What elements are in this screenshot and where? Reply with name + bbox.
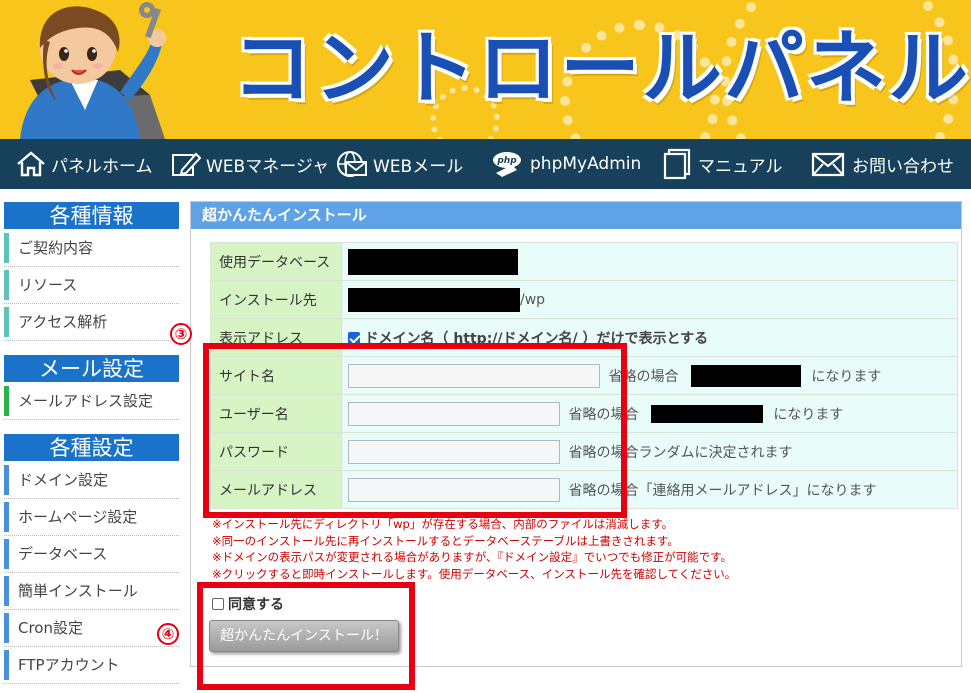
sidebar-item-access-analysis[interactable]: アクセス解析: [4, 304, 179, 341]
home-icon: [17, 151, 45, 177]
annotation-marker-3: ③: [170, 323, 192, 345]
brand-title: コントロールパネル: [232, 22, 970, 115]
nav-label: パネルホーム: [51, 156, 153, 177]
nav-panel-home[interactable]: パネルホーム: [15, 139, 153, 189]
nav-label: WEBマネージャ: [206, 156, 330, 177]
pen-edit-icon: [172, 152, 202, 176]
install-dir-suffix: /wp: [520, 291, 546, 308]
nav-web-manager[interactable]: WEBマネージャ: [170, 139, 329, 189]
sidebar-item-resources[interactable]: リソース: [4, 267, 179, 304]
sidebar: 各種情報 ご契約内容 リソース アクセス解析 メール設定 メールアドレス設定 各…: [4, 202, 179, 684]
annotation-box-form-fields: [203, 343, 627, 518]
panel-title: 超かんたんインストール: [191, 202, 961, 229]
note-line: ※クリックすると即時インストールします。使用データベース、インストール先を確認し…: [212, 566, 737, 581]
form-row-install-dir: インストール先 /wp: [210, 280, 958, 319]
header-banner: コントロールパネル: [0, 0, 971, 139]
sidebar-item-mail-address[interactable]: メールアドレス設定: [4, 383, 179, 420]
username-hint-post: になります: [773, 406, 844, 423]
sidebar-heading-mail: メール設定: [4, 355, 179, 382]
note-line: ※ドメインの表示パスが変更される場合がありますが、『ドメイン設定』でいつでも修正…: [212, 550, 733, 564]
php-icon: php: [493, 152, 521, 177]
nav-contact[interactable]: お問い合わせ: [810, 139, 954, 189]
main-nav: パネルホーム WEBマネージャ WEBメール php phpMyAdmin マニ…: [0, 139, 971, 189]
nav-phpmyadmin[interactable]: php phpMyAdmin: [490, 139, 641, 189]
note-line: ※インストール先にディレクトリ「wp」が存在する場合、内部のファイルは消滅します…: [212, 517, 674, 531]
redacted-install-dir: [348, 287, 520, 312]
nav-label: お問い合わせ: [852, 156, 954, 177]
sidebar-heading-info: 各種情報: [4, 202, 179, 229]
sidebar-item-cron[interactable]: Cron設定: [4, 610, 179, 647]
sidebar-item-easy-install[interactable]: 簡単インストール: [4, 573, 179, 610]
control-panel-page: { "header": { "brand_title": "コントロールパネル"…: [0, 0, 971, 693]
envelope-icon: [811, 152, 845, 177]
note-line: ※同一のインストール先に再インストールするとデータベーステーブルは上書きされます…: [212, 533, 679, 548]
nav-label: WEBメール: [373, 156, 464, 177]
globe-mail-icon: [337, 151, 367, 177]
nav-label: phpMyAdmin: [530, 154, 642, 174]
nav-label: マニュアル: [698, 156, 783, 177]
warning-notes: ※インストール先にディレクトリ「wp」が存在する場合、内部のファイルは消滅します…: [212, 516, 736, 582]
sidebar-item-database[interactable]: データベース: [4, 536, 179, 573]
display-address-checkbox[interactable]: [348, 331, 360, 344]
annotation-marker-4: ④: [157, 623, 179, 645]
redacted-site-name-default: [690, 364, 801, 387]
redacted-database: [348, 248, 518, 275]
redacted-username-default: [650, 404, 763, 423]
nav-manual[interactable]: マニュアル: [660, 139, 783, 189]
svg-text:php: php: [496, 156, 517, 166]
nav-web-mail[interactable]: WEBメール: [333, 139, 463, 189]
sidebar-heading-settings: 各種設定: [4, 434, 179, 461]
sidebar-item-ftp[interactable]: FTPアカウント: [4, 647, 179, 684]
sidebar-item-homepage[interactable]: ホームページ設定: [4, 499, 179, 536]
install-dir-label: インストール先: [210, 280, 342, 319]
annotation-box-agree-install: [197, 582, 415, 690]
book-icon: [663, 148, 691, 180]
database-label: 使用データベース: [210, 242, 342, 281]
form-row-database: 使用データベース: [210, 242, 958, 281]
sidebar-item-domain[interactable]: ドメイン設定: [4, 462, 179, 499]
site-name-hint-post: になります: [811, 368, 882, 385]
sidebar-item-contract[interactable]: ご契約内容: [4, 230, 179, 267]
mascot-illustration: [20, 2, 166, 139]
